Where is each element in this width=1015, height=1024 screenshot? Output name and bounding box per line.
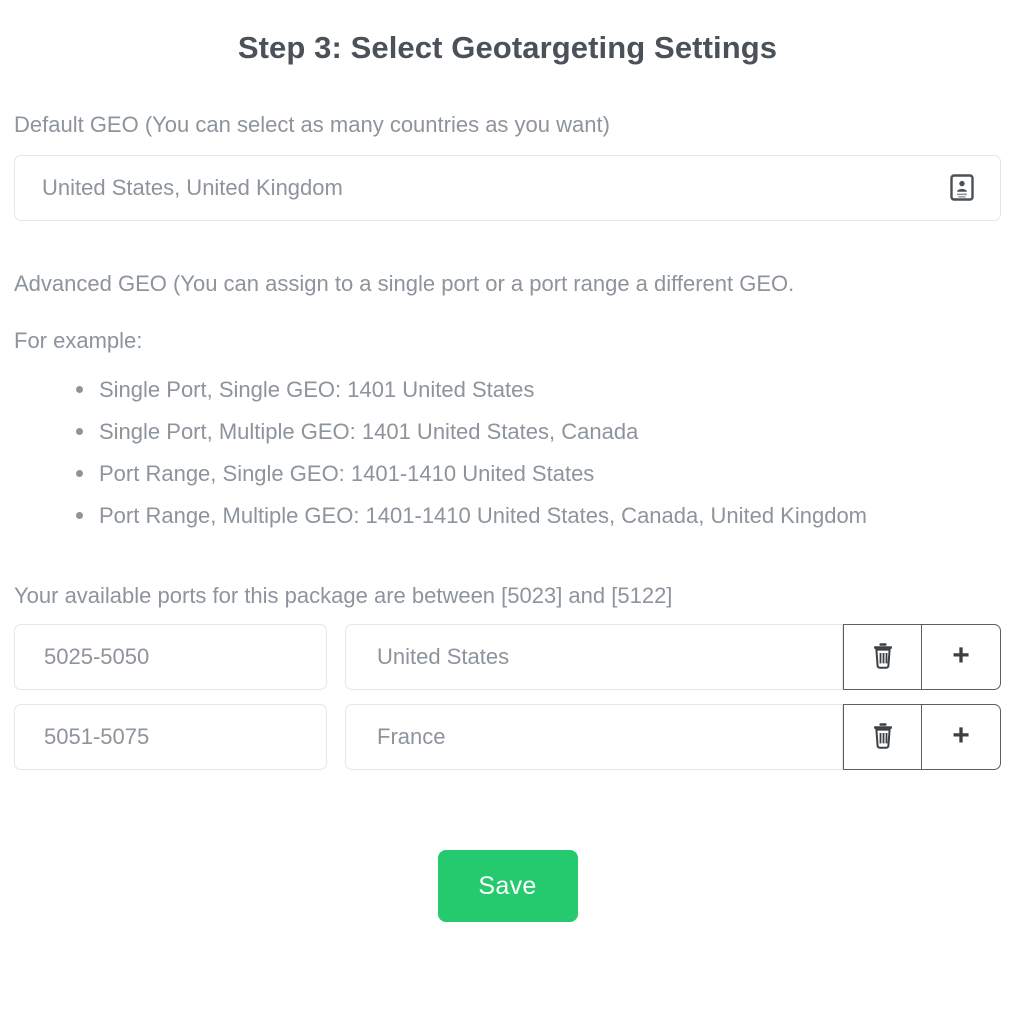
delete-row-button[interactable] — [843, 624, 922, 691]
list-item: Single Port, Single GEO: 1401 United Sta… — [76, 369, 1001, 411]
advanced-geo-example-intro: For example: — [14, 327, 143, 353]
default-geo-section: Default GEO (You can select as many coun… — [14, 110, 1001, 221]
table-row: 5051-5075 France + — [14, 704, 1001, 771]
list-item: Single Port, Multiple GEO: 1401 United S… — [76, 411, 1001, 453]
default-geo-label: Default GEO (You can select as many coun… — [14, 112, 610, 138]
default-geo-input[interactable]: United States, United Kingdom — [14, 154, 1001, 221]
delete-row-button[interactable] — [843, 704, 922, 771]
trash-icon — [871, 722, 895, 752]
trash-icon — [871, 642, 895, 672]
add-row-button[interactable]: + — [922, 624, 1001, 691]
plus-icon: + — [952, 639, 970, 673]
geotargeting-settings-page: Step 3: Select Geotargeting Settings Def… — [0, 0, 1015, 1024]
port-country-group: France + — [345, 704, 1001, 771]
default-geo-value[interactable]: United States, United Kingdom — [15, 175, 949, 201]
ports-availability-text: Your available ports for this package ar… — [14, 582, 673, 608]
advanced-geo-description: Advanced GEO (You can assign to a single… — [14, 270, 795, 296]
add-row-button[interactable]: + — [922, 704, 1001, 771]
table-row: 5025-5050 United States + — [14, 624, 1001, 691]
port-country-input[interactable]: France — [345, 704, 843, 771]
port-range-input[interactable]: 5025-5050 — [14, 624, 327, 691]
page-title: Step 3: Select Geotargeting Settings — [237, 30, 778, 65]
port-mapping-rows: 5025-5050 United States + 5051-5075 Fran… — [14, 624, 1001, 771]
list-item: Port Range, Multiple GEO: 1401-1410 Unit… — [76, 495, 1001, 537]
advanced-geo-section: Advanced GEO (You can assign to a single… — [14, 269, 1001, 537]
port-country-group: United States + — [345, 624, 1001, 691]
advanced-geo-example-list: Single Port, Single GEO: 1401 United Sta… — [14, 369, 1001, 536]
plus-icon: + — [952, 719, 970, 753]
port-country-input[interactable]: United States — [345, 624, 843, 691]
ports-section: Your available ports for this package ar… — [14, 581, 1001, 771]
port-range-input[interactable]: 5051-5075 — [14, 704, 327, 771]
id-card-icon[interactable] — [949, 174, 975, 202]
save-button[interactable]: Save — [437, 850, 578, 923]
list-item: Port Range, Single GEO: 1401-1410 United… — [76, 453, 1001, 495]
save-button-container: Save — [14, 850, 1001, 923]
